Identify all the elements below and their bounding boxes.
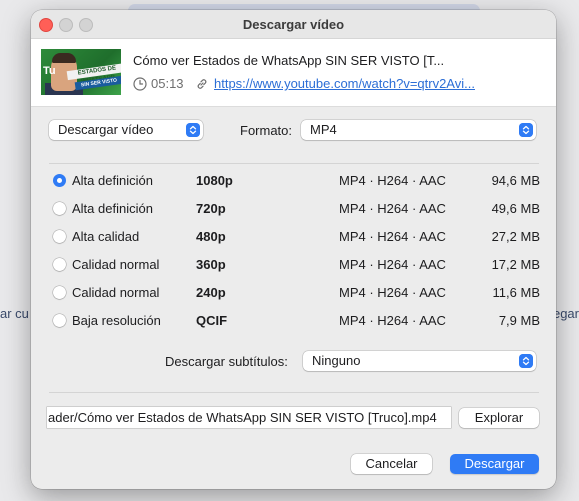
- action-select-value: Descargar vídeo: [58, 122, 154, 137]
- quality-label: Baja resolución: [72, 313, 161, 328]
- quality-option[interactable]: Alta calidad 480p MP4 · H264 · AAC 27,2 …: [31, 227, 556, 249]
- background-text-left: ar cu: [0, 306, 29, 321]
- quality-resolution: 720p: [196, 201, 226, 216]
- quality-codec: MP4 · H264 · AAC: [339, 229, 446, 244]
- chevron-updown-icon: [186, 123, 200, 137]
- quality-label: Alta definición: [72, 201, 153, 216]
- video-thumbnail: Tu ESTADOS DE WHATSAPP SIN SER VISTO: [41, 49, 121, 95]
- quality-label: Calidad normal: [72, 257, 160, 272]
- radio-button-selected[interactable]: [53, 174, 66, 187]
- radio-button[interactable]: [53, 314, 66, 327]
- quality-resolution: QCIF: [196, 313, 228, 328]
- link-icon: [197, 79, 207, 89]
- quality-resolution: 360p: [196, 257, 226, 272]
- radio-button[interactable]: [53, 230, 66, 243]
- subtitles-label: Descargar subtítulos:: [165, 354, 288, 369]
- quality-size: 94,6 MB: [491, 173, 540, 188]
- chevron-updown-icon: [519, 123, 533, 137]
- quality-codec: MP4 · H264 · AAC: [339, 173, 446, 188]
- quality-label: Alta calidad: [72, 229, 140, 244]
- quality-codec: MP4 · H264 · AAC: [339, 313, 446, 328]
- quality-size: 27,2 MB: [491, 229, 540, 244]
- options-row: Descargar vídeo Formato: MP4: [31, 120, 556, 142]
- quality-label: Calidad normal: [72, 285, 160, 300]
- clock-icon: [133, 77, 147, 91]
- browse-button[interactable]: Explorar: [459, 408, 539, 428]
- divider: [49, 163, 539, 164]
- quality-option[interactable]: Alta definición 1080p MP4 · H264 · AAC 9…: [31, 171, 556, 193]
- format-label: Formato:: [240, 123, 293, 138]
- action-select[interactable]: Descargar vídeo: [49, 120, 203, 140]
- title-bar: Descargar vídeo: [31, 10, 556, 39]
- quality-size: 49,6 MB: [491, 201, 540, 216]
- quality-resolution: 480p: [196, 229, 226, 244]
- video-duration: 05:13: [151, 76, 184, 91]
- quality-size: 17,2 MB: [491, 257, 540, 272]
- format-select[interactable]: MP4: [301, 120, 536, 140]
- quality-codec: MP4 · H264 · AAC: [339, 285, 446, 300]
- video-info-header: Tu ESTADOS DE WHATSAPP SIN SER VISTO Cóm…: [31, 39, 556, 107]
- quality-codec: MP4 · H264 · AAC: [339, 257, 446, 272]
- window-title: Descargar vídeo: [242, 17, 345, 32]
- radio-button[interactable]: [53, 286, 66, 299]
- subtitles-select-value: Ninguno: [312, 353, 361, 368]
- format-select-value: MP4: [310, 122, 337, 137]
- quality-size: 11,6 MB: [492, 285, 540, 300]
- download-dialog: Descargar vídeo Tu ESTADOS DE WHATSAPP S…: [31, 10, 556, 489]
- thumbnail-logo: Tu: [43, 65, 56, 77]
- chevron-updown-icon: [519, 354, 533, 368]
- quality-option[interactable]: Calidad normal 360p MP4 · H264 · AAC 17,…: [31, 255, 556, 277]
- quality-resolution: 240p: [196, 285, 226, 300]
- quality-codec: MP4 · H264 · AAC: [339, 201, 446, 216]
- subtitles-select[interactable]: Ninguno: [303, 351, 536, 371]
- quality-size: 7,9 MB: [498, 313, 540, 328]
- cancel-button[interactable]: Cancelar: [351, 454, 432, 474]
- background-text-right: egar: [552, 306, 579, 321]
- radio-button[interactable]: [53, 202, 66, 215]
- download-button[interactable]: Descargar: [450, 454, 539, 474]
- quality-resolution: 1080p: [196, 173, 233, 188]
- video-title: Cómo ver Estados de WhatsApp SIN SER VIS…: [133, 53, 445, 68]
- divider: [49, 392, 539, 393]
- quality-label: Alta definición: [72, 173, 153, 188]
- quality-option[interactable]: Baja resolución QCIF MP4 · H264 · AAC 7,…: [31, 311, 556, 333]
- video-url-link[interactable]: https://www.youtube.com/watch?v=qtrv2Avi…: [214, 76, 475, 91]
- quality-option[interactable]: Calidad normal 240p MP4 · H264 · AAC 11,…: [31, 283, 556, 305]
- radio-button[interactable]: [53, 258, 66, 271]
- output-path-field[interactable]: ader/Cómo ver Estados de WhatsApp SIN SE…: [47, 407, 451, 428]
- quality-option[interactable]: Alta definición 720p MP4 · H264 · AAC 49…: [31, 199, 556, 221]
